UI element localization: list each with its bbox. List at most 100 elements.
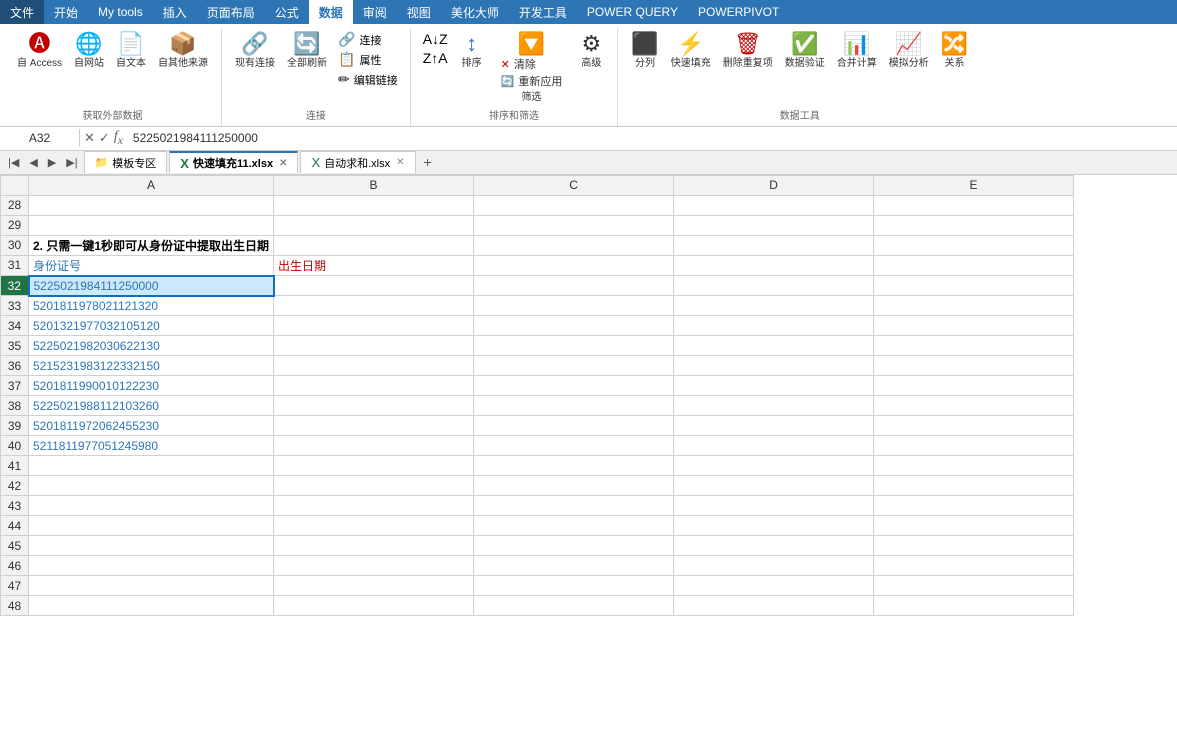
cell-44-E[interactable] <box>874 516 1074 536</box>
col-header-a[interactable]: A <box>29 175 274 195</box>
btn-consolidate[interactable]: 📊 合并计算 <box>832 30 882 73</box>
tab-template-zone[interactable]: 📁 模板专区 <box>84 151 168 173</box>
cell-38-D[interactable] <box>674 396 874 416</box>
confirm-formula-icon[interactable]: ✓ <box>99 130 110 146</box>
cell-36-C[interactable] <box>474 356 674 376</box>
row-header-40[interactable]: 40 <box>1 436 29 456</box>
cell-46-D[interactable] <box>674 556 874 576</box>
tab-nav-last[interactable]: ▶| <box>62 155 81 170</box>
col-header-e[interactable]: E <box>874 175 1074 195</box>
cell-42-C[interactable] <box>474 476 674 496</box>
cell-46-C[interactable] <box>474 556 674 576</box>
cell-41-D[interactable] <box>674 456 874 476</box>
row-header-46[interactable]: 46 <box>1 556 29 576</box>
cell-33-E[interactable] <box>874 296 1074 316</box>
tab-developer[interactable]: 开发工具 <box>509 0 577 24</box>
insert-function-icon[interactable]: fx <box>114 129 123 147</box>
cell-48-A[interactable] <box>29 596 274 616</box>
cell-43-E[interactable] <box>874 496 1074 516</box>
cell-45-D[interactable] <box>674 536 874 556</box>
cell-47-D[interactable] <box>674 576 874 596</box>
cell-42-D[interactable] <box>674 476 874 496</box>
cell-38-C[interactable] <box>474 396 674 416</box>
row-header-41[interactable]: 41 <box>1 456 29 476</box>
cell-30-A[interactable]: 2. 只需一键1秒即可从身份证中提取出生日期 <box>29 235 274 255</box>
cell-37-E[interactable] <box>874 376 1074 396</box>
cell-30-C[interactable] <box>474 235 674 255</box>
cell-30-B[interactable] <box>274 235 474 255</box>
cell-32-B[interactable] <box>274 276 474 296</box>
cell-38-A[interactable]: 5225021988112103260 <box>29 396 274 416</box>
cell-31-E[interactable] <box>874 255 1074 276</box>
tab-nav-first[interactable]: |◀ <box>4 155 23 170</box>
cell-39-E[interactable] <box>874 416 1074 436</box>
col-header-d[interactable]: D <box>674 175 874 195</box>
cell-32-C[interactable] <box>474 276 674 296</box>
tab-autosum-file[interactable]: X 自动求和.xlsx ✕ <box>300 151 415 173</box>
btn-web[interactable]: 🌐 自网站 <box>69 30 109 73</box>
sheet-grid[interactable]: A B C D E 2829302. 只需一键1秒即可从身份证中提取出生日期31… <box>0 175 1177 617</box>
cell-45-A[interactable] <box>29 536 274 556</box>
cell-33-A[interactable]: 5201811978021121320 <box>29 296 274 316</box>
cell-42-B[interactable] <box>274 476 474 496</box>
cell-29-C[interactable] <box>474 215 674 235</box>
tab-review[interactable]: 审阅 <box>353 0 397 24</box>
cell-35-C[interactable] <box>474 336 674 356</box>
cell-32-D[interactable] <box>674 276 874 296</box>
cell-39-B[interactable] <box>274 416 474 436</box>
cell-45-B[interactable] <box>274 536 474 556</box>
cell-28-A[interactable] <box>29 195 274 215</box>
cancel-formula-icon[interactable]: ✕ <box>84 130 95 146</box>
cell-36-E[interactable] <box>874 356 1074 376</box>
btn-advanced[interactable]: ⚙ 高级 <box>573 30 609 73</box>
tab-formula[interactable]: 公式 <box>265 0 309 24</box>
btn-sort-za[interactable]: Z↑A <box>419 49 452 67</box>
cell-47-A[interactable] <box>29 576 274 596</box>
cell-34-B[interactable] <box>274 316 474 336</box>
cell-45-C[interactable] <box>474 536 674 556</box>
cell-48-E[interactable] <box>874 596 1074 616</box>
formula-content[interactable]: 5225021984111250000 <box>127 129 1177 147</box>
cell-29-B[interactable] <box>274 215 474 235</box>
cell-34-E[interactable] <box>874 316 1074 336</box>
cell-36-B[interactable] <box>274 356 474 376</box>
btn-data-validation[interactable]: ✅ 数据验证 <box>780 30 830 73</box>
cell-37-C[interactable] <box>474 376 674 396</box>
cell-35-A[interactable]: 5225021982030622130 <box>29 336 274 356</box>
btn-filter[interactable]: 🔽 ✕ 清除 🔄 重新应用 筛选 <box>492 30 572 107</box>
btn-clear[interactable]: ✕ 清除 <box>497 57 567 73</box>
close-tab-2[interactable]: ✕ <box>396 157 404 168</box>
cell-31-A[interactable]: 身份证号 <box>29 255 274 276</box>
btn-other-sources[interactable]: 📦 自其他来源 <box>153 30 213 73</box>
row-header-29[interactable]: 29 <box>1 215 29 235</box>
cell-46-E[interactable] <box>874 556 1074 576</box>
row-header-42[interactable]: 42 <box>1 476 29 496</box>
btn-refresh-all[interactable]: 🔄 全部刷新 <box>282 30 332 73</box>
cell-33-D[interactable] <box>674 296 874 316</box>
cell-41-A[interactable] <box>29 456 274 476</box>
tab-beautify[interactable]: 美化大师 <box>441 0 509 24</box>
row-header-44[interactable]: 44 <box>1 516 29 536</box>
cell-38-E[interactable] <box>874 396 1074 416</box>
cell-39-D[interactable] <box>674 416 874 436</box>
cell-39-A[interactable]: 5201811972062455230 <box>29 416 274 436</box>
cell-31-D[interactable] <box>674 255 874 276</box>
cell-34-D[interactable] <box>674 316 874 336</box>
cell-30-E[interactable] <box>874 235 1074 255</box>
tab-file[interactable]: 文件 <box>0 0 44 24</box>
row-header-38[interactable]: 38 <box>1 396 29 416</box>
row-header-45[interactable]: 45 <box>1 536 29 556</box>
cell-47-E[interactable] <box>874 576 1074 596</box>
cell-36-D[interactable] <box>674 356 874 376</box>
tab-mytools[interactable]: My tools <box>88 0 153 24</box>
cell-39-C[interactable] <box>474 416 674 436</box>
tab-nav-next[interactable]: ▶ <box>44 155 60 170</box>
cell-reference-box[interactable]: A32 <box>0 129 80 147</box>
cell-48-B[interactable] <box>274 596 474 616</box>
tab-page-layout[interactable]: 页面布局 <box>197 0 265 24</box>
row-header-31[interactable]: 31 <box>1 255 29 276</box>
tab-start[interactable]: 开始 <box>44 0 88 24</box>
cell-44-C[interactable] <box>474 516 674 536</box>
cell-40-C[interactable] <box>474 436 674 456</box>
cell-31-B[interactable]: 出生日期 <box>274 255 474 276</box>
